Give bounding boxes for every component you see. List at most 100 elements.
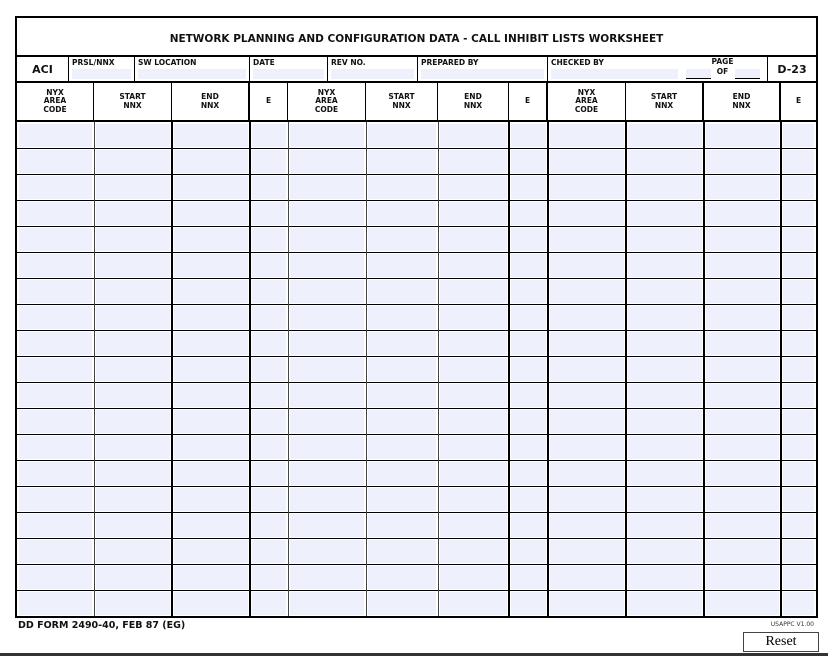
cell-e-1[interactable] <box>252 592 286 615</box>
cell-end-nnx-2[interactable] <box>440 280 507 303</box>
cell-area-code-1[interactable] <box>19 410 92 433</box>
cell-e-3[interactable] <box>783 358 814 381</box>
cell-end-nnx-2[interactable] <box>440 150 507 173</box>
cell-end-nnx-3[interactable] <box>706 358 779 381</box>
cell-start-nnx-1[interactable] <box>96 176 170 199</box>
cell-end-nnx-2[interactable] <box>440 228 507 251</box>
cell-start-nnx-1[interactable] <box>96 384 170 407</box>
cell-end-nnx-3[interactable] <box>706 306 779 329</box>
cell-area-code-2[interactable] <box>290 566 364 589</box>
cell-start-nnx-1[interactable] <box>96 514 170 537</box>
cell-start-nnx-3[interactable] <box>628 176 702 199</box>
cell-area-code-1[interactable] <box>19 202 92 225</box>
cell-start-nnx-2[interactable] <box>368 332 436 355</box>
cell-area-code-1[interactable] <box>19 592 92 615</box>
cell-area-code-3[interactable] <box>550 176 624 199</box>
cell-area-code-3[interactable] <box>550 280 624 303</box>
cell-e-1[interactable] <box>252 384 286 407</box>
cell-start-nnx-1[interactable] <box>96 254 170 277</box>
cell-end-nnx-1[interactable] <box>174 514 248 537</box>
cell-start-nnx-2[interactable] <box>368 150 436 173</box>
rev-no-input[interactable] <box>331 69 414 79</box>
cell-end-nnx-3[interactable] <box>706 514 779 537</box>
cell-e-3[interactable] <box>783 332 814 355</box>
cell-start-nnx-3[interactable] <box>628 566 702 589</box>
cell-e-3[interactable] <box>783 514 814 537</box>
cell-area-code-1[interactable] <box>19 540 92 563</box>
cell-start-nnx-3[interactable] <box>628 228 702 251</box>
cell-start-nnx-2[interactable] <box>368 228 436 251</box>
cell-area-code-2[interactable] <box>290 514 364 537</box>
cell-e-2[interactable] <box>511 566 546 589</box>
cell-area-code-3[interactable] <box>550 566 624 589</box>
cell-area-code-2[interactable] <box>290 332 364 355</box>
cell-area-code-2[interactable] <box>290 384 364 407</box>
cell-e-1[interactable] <box>252 488 286 511</box>
cell-start-nnx-3[interactable] <box>628 306 702 329</box>
cell-start-nnx-2[interactable] <box>368 176 436 199</box>
cell-e-2[interactable] <box>511 358 546 381</box>
cell-end-nnx-1[interactable] <box>174 462 248 485</box>
cell-area-code-3[interactable] <box>550 384 624 407</box>
date-input[interactable] <box>253 69 324 79</box>
prsl-nnx-input[interactable] <box>72 69 131 79</box>
cell-e-3[interactable] <box>783 436 814 459</box>
cell-start-nnx-1[interactable] <box>96 358 170 381</box>
cell-end-nnx-1[interactable] <box>174 358 248 381</box>
page-total-input[interactable] <box>735 69 760 79</box>
cell-end-nnx-3[interactable] <box>706 254 779 277</box>
cell-end-nnx-3[interactable] <box>706 462 779 485</box>
cell-end-nnx-3[interactable] <box>706 384 779 407</box>
cell-area-code-3[interactable] <box>550 306 624 329</box>
cell-start-nnx-2[interactable] <box>368 306 436 329</box>
cell-start-nnx-3[interactable] <box>628 202 702 225</box>
cell-start-nnx-2[interactable] <box>368 384 436 407</box>
cell-start-nnx-3[interactable] <box>628 280 702 303</box>
cell-end-nnx-2[interactable] <box>440 306 507 329</box>
cell-start-nnx-3[interactable] <box>628 150 702 173</box>
cell-e-2[interactable] <box>511 410 546 433</box>
cell-start-nnx-1[interactable] <box>96 488 170 511</box>
cell-start-nnx-2[interactable] <box>368 202 436 225</box>
cell-e-2[interactable] <box>511 228 546 251</box>
cell-start-nnx-2[interactable] <box>368 566 436 589</box>
cell-area-code-3[interactable] <box>550 358 624 381</box>
cell-e-2[interactable] <box>511 124 546 147</box>
cell-start-nnx-1[interactable] <box>96 280 170 303</box>
cell-end-nnx-3[interactable] <box>706 592 779 615</box>
cell-area-code-2[interactable] <box>290 436 364 459</box>
cell-area-code-1[interactable] <box>19 150 92 173</box>
cell-e-1[interactable] <box>252 332 286 355</box>
cell-area-code-2[interactable] <box>290 124 364 147</box>
cell-end-nnx-1[interactable] <box>174 124 248 147</box>
cell-start-nnx-3[interactable] <box>628 124 702 147</box>
cell-start-nnx-1[interactable] <box>96 124 170 147</box>
cell-start-nnx-1[interactable] <box>96 462 170 485</box>
cell-end-nnx-3[interactable] <box>706 566 779 589</box>
cell-e-3[interactable] <box>783 540 814 563</box>
cell-start-nnx-2[interactable] <box>368 124 436 147</box>
cell-e-3[interactable] <box>783 384 814 407</box>
cell-e-2[interactable] <box>511 462 546 485</box>
cell-e-3[interactable] <box>783 410 814 433</box>
cell-area-code-3[interactable] <box>550 124 624 147</box>
cell-start-nnx-1[interactable] <box>96 150 170 173</box>
cell-start-nnx-3[interactable] <box>628 384 702 407</box>
cell-e-1[interactable] <box>252 306 286 329</box>
cell-area-code-3[interactable] <box>550 150 624 173</box>
cell-area-code-1[interactable] <box>19 228 92 251</box>
cell-end-nnx-2[interactable] <box>440 358 507 381</box>
cell-end-nnx-1[interactable] <box>174 228 248 251</box>
cell-area-code-2[interactable] <box>290 540 364 563</box>
cell-area-code-3[interactable] <box>550 410 624 433</box>
cell-e-1[interactable] <box>252 150 286 173</box>
cell-area-code-3[interactable] <box>550 540 624 563</box>
cell-e-1[interactable] <box>252 254 286 277</box>
cell-e-3[interactable] <box>783 306 814 329</box>
cell-end-nnx-2[interactable] <box>440 462 507 485</box>
cell-start-nnx-2[interactable] <box>368 280 436 303</box>
cell-end-nnx-3[interactable] <box>706 436 779 459</box>
cell-start-nnx-2[interactable] <box>368 592 436 615</box>
cell-e-2[interactable] <box>511 254 546 277</box>
cell-end-nnx-1[interactable] <box>174 410 248 433</box>
